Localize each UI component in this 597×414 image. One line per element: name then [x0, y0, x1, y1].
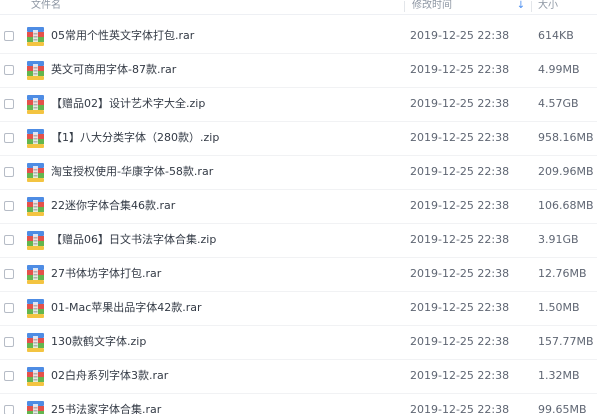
file-modified-time: 2019-12-25 22:38 — [410, 97, 510, 110]
archive-file-icon — [27, 27, 44, 46]
row-checkbox[interactable] — [4, 303, 14, 313]
file-size: 4.57GB — [538, 97, 579, 110]
row-checkbox[interactable] — [4, 133, 14, 143]
file-row[interactable]: 英文可商用字体-87款.rar 2019-12-25 22:38 4.99MB — [0, 54, 597, 88]
file-row[interactable]: 25书法家字体合集.rar 2019-12-25 22:38 99.65MB — [0, 394, 597, 414]
archive-file-icon — [27, 163, 44, 182]
column-header-size[interactable]: 大小 — [538, 0, 558, 12]
row-checkbox[interactable] — [4, 405, 14, 414]
file-modified-time: 2019-12-25 22:38 — [410, 63, 510, 76]
file-name[interactable]: 22迷你字体合集46款.rar — [51, 199, 175, 213]
file-row[interactable]: 02白舟系列字体3款.rar 2019-12-25 22:38 1.32MB — [0, 360, 597, 394]
file-size: 614KB — [538, 29, 574, 42]
file-row[interactable]: 【1】八大分类字体（280款）.zip 2019-12-25 22:38 958.1… — [0, 122, 597, 156]
row-checkbox[interactable] — [4, 235, 14, 245]
archive-file-icon — [27, 231, 44, 250]
file-name[interactable]: 淘宝授权使用-华康字体-58款.rar — [51, 165, 213, 179]
archive-file-icon — [27, 265, 44, 284]
file-modified-time: 2019-12-25 22:38 — [410, 233, 510, 246]
column-divider[interactable] — [531, 1, 532, 12]
list-header: 文件名 修改时间 ↓ 大小 — [0, 0, 597, 15]
file-size: 3.91GB — [538, 233, 579, 246]
file-modified-time: 2019-12-25 22:38 — [410, 301, 510, 314]
row-checkbox[interactable] — [4, 167, 14, 177]
row-checkbox[interactable] — [4, 371, 14, 381]
file-name[interactable]: 02白舟系列字体3款.rar — [51, 369, 168, 383]
archive-file-icon — [27, 129, 44, 148]
arrow-down-icon[interactable]: ↓ — [516, 0, 526, 12]
file-modified-time: 2019-12-25 22:38 — [410, 335, 510, 348]
file-modified-time: 2019-12-25 22:38 — [410, 199, 510, 212]
file-row[interactable]: 130款鹤文字体.zip 2019-12-25 22:38 157.77MB — [0, 326, 597, 360]
archive-file-icon — [27, 367, 44, 386]
file-modified-time: 2019-12-25 22:38 — [410, 29, 510, 42]
file-size: 12.76MB — [538, 267, 587, 280]
row-checkbox[interactable] — [4, 201, 14, 211]
archive-file-icon — [27, 61, 44, 80]
file-size: 1.50MB — [538, 301, 580, 314]
file-modified-time: 2019-12-25 22:38 — [410, 131, 510, 144]
file-modified-time: 2019-12-25 22:38 — [410, 267, 510, 280]
file-modified-time: 2019-12-25 22:38 — [410, 369, 510, 382]
file-size: 209.96MB — [538, 165, 594, 178]
file-row[interactable]: 05常用个性英文字体打包.rar 2019-12-25 22:38 614KB — [0, 20, 597, 54]
file-size: 157.77MB — [538, 335, 594, 348]
row-checkbox[interactable] — [4, 269, 14, 279]
file-modified-time: 2019-12-25 22:38 — [410, 165, 510, 178]
archive-file-icon — [27, 197, 44, 216]
archive-file-icon — [27, 299, 44, 318]
file-size: 99.65MB — [538, 403, 587, 414]
archive-file-icon — [27, 333, 44, 352]
row-checkbox[interactable] — [4, 31, 14, 41]
file-list: 文件名 修改时间 ↓ 大小 05常用个性英文字体打包.rar 2019-12-25… — [0, 0, 597, 414]
file-row[interactable]: 01-Mac苹果出品字体42款.rar 2019-12-25 22:38 1.50M… — [0, 292, 597, 326]
archive-file-icon — [27, 95, 44, 114]
file-row[interactable]: 27书体坊字体打包.rar 2019-12-25 22:38 12.76MB — [0, 258, 597, 292]
file-row[interactable]: 淘宝授权使用-华康字体-58款.rar 2019-12-25 22:38 209.9… — [0, 156, 597, 190]
file-size: 4.99MB — [538, 63, 580, 76]
file-name[interactable]: 【赠品06】日文书法字体合集.zip — [51, 233, 216, 247]
file-name[interactable]: 05常用个性英文字体打包.rar — [51, 29, 194, 43]
file-name[interactable]: 英文可商用字体-87款.rar — [51, 63, 176, 77]
archive-file-icon — [27, 401, 44, 414]
file-name[interactable]: 130款鹤文字体.zip — [51, 335, 146, 349]
file-row[interactable]: 【赠品06】日文书法字体合集.zip 2019-12-25 22:38 3.91GB — [0, 224, 597, 258]
row-checkbox[interactable] — [4, 337, 14, 347]
file-row[interactable]: 22迷你字体合集46款.rar 2019-12-25 22:38 106.68MB — [0, 190, 597, 224]
file-size: 958.16MB — [538, 131, 594, 144]
file-size: 1.32MB — [538, 369, 580, 382]
file-row[interactable]: 【赠品02】设计艺术字大全.zip 2019-12-25 22:38 4.57GB — [0, 88, 597, 122]
column-header-name[interactable]: 文件名 — [31, 0, 61, 12]
file-modified-time: 2019-12-25 22:38 — [410, 403, 510, 414]
file-size: 106.68MB — [538, 199, 594, 212]
row-checkbox[interactable] — [4, 99, 14, 109]
column-divider[interactable] — [404, 1, 405, 12]
column-header-modified[interactable]: 修改时间 — [412, 0, 452, 12]
file-name[interactable]: 01-Mac苹果出品字体42款.rar — [51, 301, 202, 315]
file-name[interactable]: 【赠品02】设计艺术字大全.zip — [51, 97, 205, 111]
file-name[interactable]: 27书体坊字体打包.rar — [51, 267, 161, 281]
file-name[interactable]: 25书法家字体合集.rar — [51, 403, 161, 414]
file-name[interactable]: 【1】八大分类字体（280款）.zip — [51, 131, 219, 145]
row-checkbox[interactable] — [4, 65, 14, 75]
